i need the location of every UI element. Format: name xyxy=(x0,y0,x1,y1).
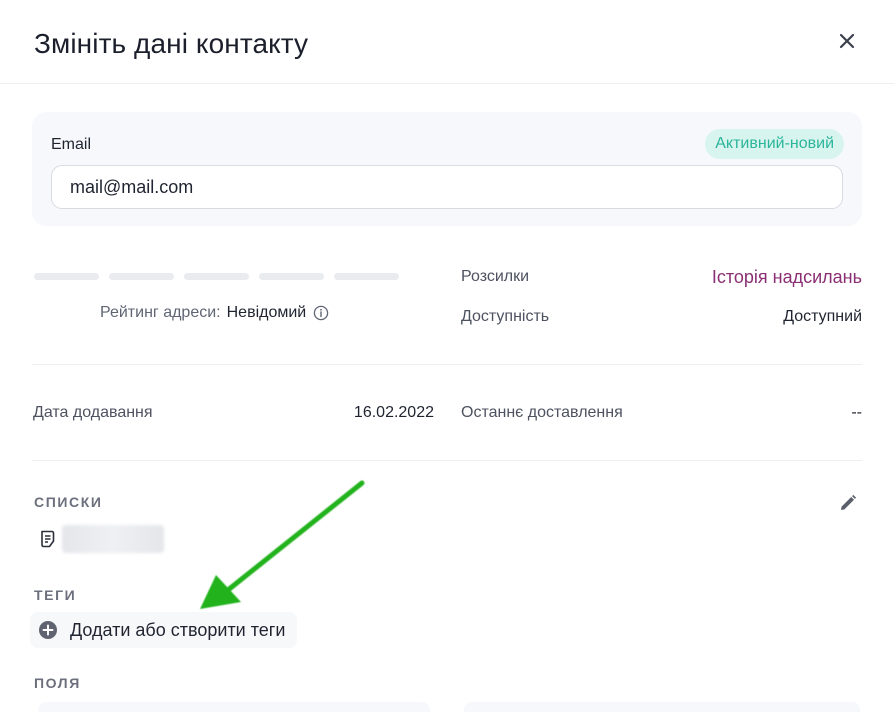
last-delivery-value: -- xyxy=(851,404,862,421)
close-button[interactable] xyxy=(832,26,862,56)
modal-title: Змініть дані контакту xyxy=(34,28,309,59)
mailings-history-link[interactable]: Історія надсилань xyxy=(712,267,862,288)
status-badge: Активний-новий xyxy=(705,129,844,159)
edit-lists-button[interactable] xyxy=(835,490,861,516)
modal-header: Змініть дані контакту xyxy=(0,0,894,84)
last-delivery-label: Останнє доставлення xyxy=(461,404,623,421)
pencil-icon xyxy=(841,494,857,510)
field-placeholder xyxy=(38,702,430,712)
rating-bar xyxy=(259,273,324,280)
list-document-icon xyxy=(41,530,55,548)
annotation-arrow xyxy=(200,480,365,609)
edit-contact-modal: Змініть дані контакту Email Активний-нов… xyxy=(0,0,894,712)
mailings-label: Розсилки xyxy=(461,268,530,285)
rating-value: Невідомий xyxy=(226,304,307,321)
field-placeholder xyxy=(464,702,860,712)
availability-label: Доступність xyxy=(461,308,550,325)
address-rating: Рейтинг адреси: Невідомий xyxy=(100,304,329,322)
plus-circle-icon xyxy=(39,621,57,639)
rating-bars xyxy=(34,273,399,280)
add-tags-button[interactable]: Додати або створити теги xyxy=(30,612,298,648)
divider xyxy=(32,460,862,461)
add-tags-label: Додати або створити теги xyxy=(70,619,286,640)
divider xyxy=(32,364,862,365)
close-icon xyxy=(839,33,855,49)
email-card: Email Активний-новий xyxy=(32,112,862,226)
date-added-value: 16.02.2022 xyxy=(353,404,434,421)
email-label: Email xyxy=(51,136,92,153)
email-input[interactable] xyxy=(51,165,843,209)
rating-bar xyxy=(184,273,249,280)
rating-bar xyxy=(109,273,174,280)
rating-bar xyxy=(334,273,399,280)
tags-section-title: ТЕГИ xyxy=(34,587,77,603)
date-added-label: Дата додавання xyxy=(33,404,153,421)
info-icon[interactable] xyxy=(313,305,329,321)
rating-label: Рейтинг адреси: xyxy=(100,304,221,321)
list-item xyxy=(40,525,164,553)
availability-value: Доступний xyxy=(783,308,862,325)
list-name-redacted xyxy=(62,525,164,553)
lists-section-title: СПИСКИ xyxy=(34,494,103,510)
fields-section-title: ПОЛЯ xyxy=(34,675,81,691)
rating-bar xyxy=(34,273,99,280)
